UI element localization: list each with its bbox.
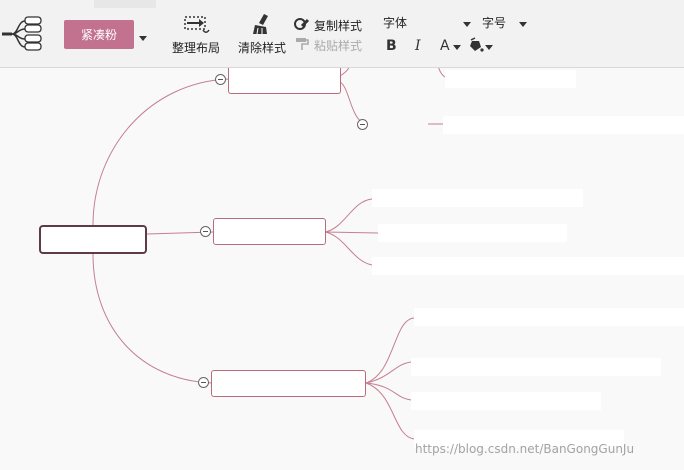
watermark-text: https://blog.csdn.net/BanGongGunJu (415, 442, 635, 456)
font-size-dropdown-icon[interactable] (519, 22, 527, 27)
paste-style-roller-icon (296, 38, 309, 50)
leaf-topic[interactable] (445, 70, 576, 88)
clear-style-broom-icon[interactable] (250, 12, 274, 36)
paste-style-button: 粘贴样式 (314, 39, 363, 53)
font-family-dropdown-icon[interactable] (463, 22, 471, 27)
italic-button[interactable]: I (415, 38, 421, 54)
leaf-topic[interactable] (372, 257, 684, 275)
central-topic-node[interactable] (39, 225, 147, 254)
copy-style-button[interactable]: 复制样式 (314, 17, 362, 34)
fill-color-dropdown-icon[interactable] (485, 45, 493, 50)
clear-style-button[interactable]: 清除样式 (238, 39, 286, 56)
leaf-topic[interactable] (372, 189, 583, 207)
leaf-topic[interactable] (411, 392, 601, 410)
mindmap-structure-icon[interactable] (0, 14, 46, 54)
branch-topic-lower[interactable] (211, 370, 366, 397)
branch-topic-middle[interactable] (213, 218, 326, 245)
collapse-toggle-middle[interactable] (200, 226, 211, 237)
theme-button[interactable]: 紧凑粉 (64, 20, 134, 49)
toolbar-tab-highlight (94, 0, 156, 8)
font-family-select[interactable]: 字体 (383, 14, 407, 31)
leaf-topic[interactable] (411, 358, 661, 376)
mindmap-canvas[interactable] (0, 68, 684, 470)
font-color-button[interactable]: A (440, 38, 450, 54)
font-color-dropdown-icon[interactable] (453, 45, 461, 50)
collapse-toggle-upper-child[interactable] (357, 119, 368, 130)
leaf-topic[interactable] (378, 224, 567, 242)
collapse-toggle-lower[interactable] (198, 377, 209, 388)
copy-style-brush-icon[interactable] (294, 16, 310, 32)
fill-color-bucket-icon[interactable] (468, 37, 484, 53)
font-size-select[interactable]: 字号 (482, 14, 506, 31)
leaf-topic[interactable] (443, 116, 684, 134)
theme-dropdown-icon[interactable] (139, 36, 147, 41)
arrange-layout-icon[interactable] (183, 14, 211, 36)
branch-topic-upper[interactable] (228, 68, 341, 94)
bold-button[interactable]: B (386, 38, 397, 54)
arrange-layout-button[interactable]: 整理布局 (172, 39, 220, 56)
collapse-toggle-upper[interactable] (215, 74, 226, 85)
leaf-topic[interactable] (414, 308, 684, 326)
toolbar: 紧凑粉 整理布局 清除样式 复制样式 粘贴样式 字体 字号 B I A (0, 0, 684, 68)
